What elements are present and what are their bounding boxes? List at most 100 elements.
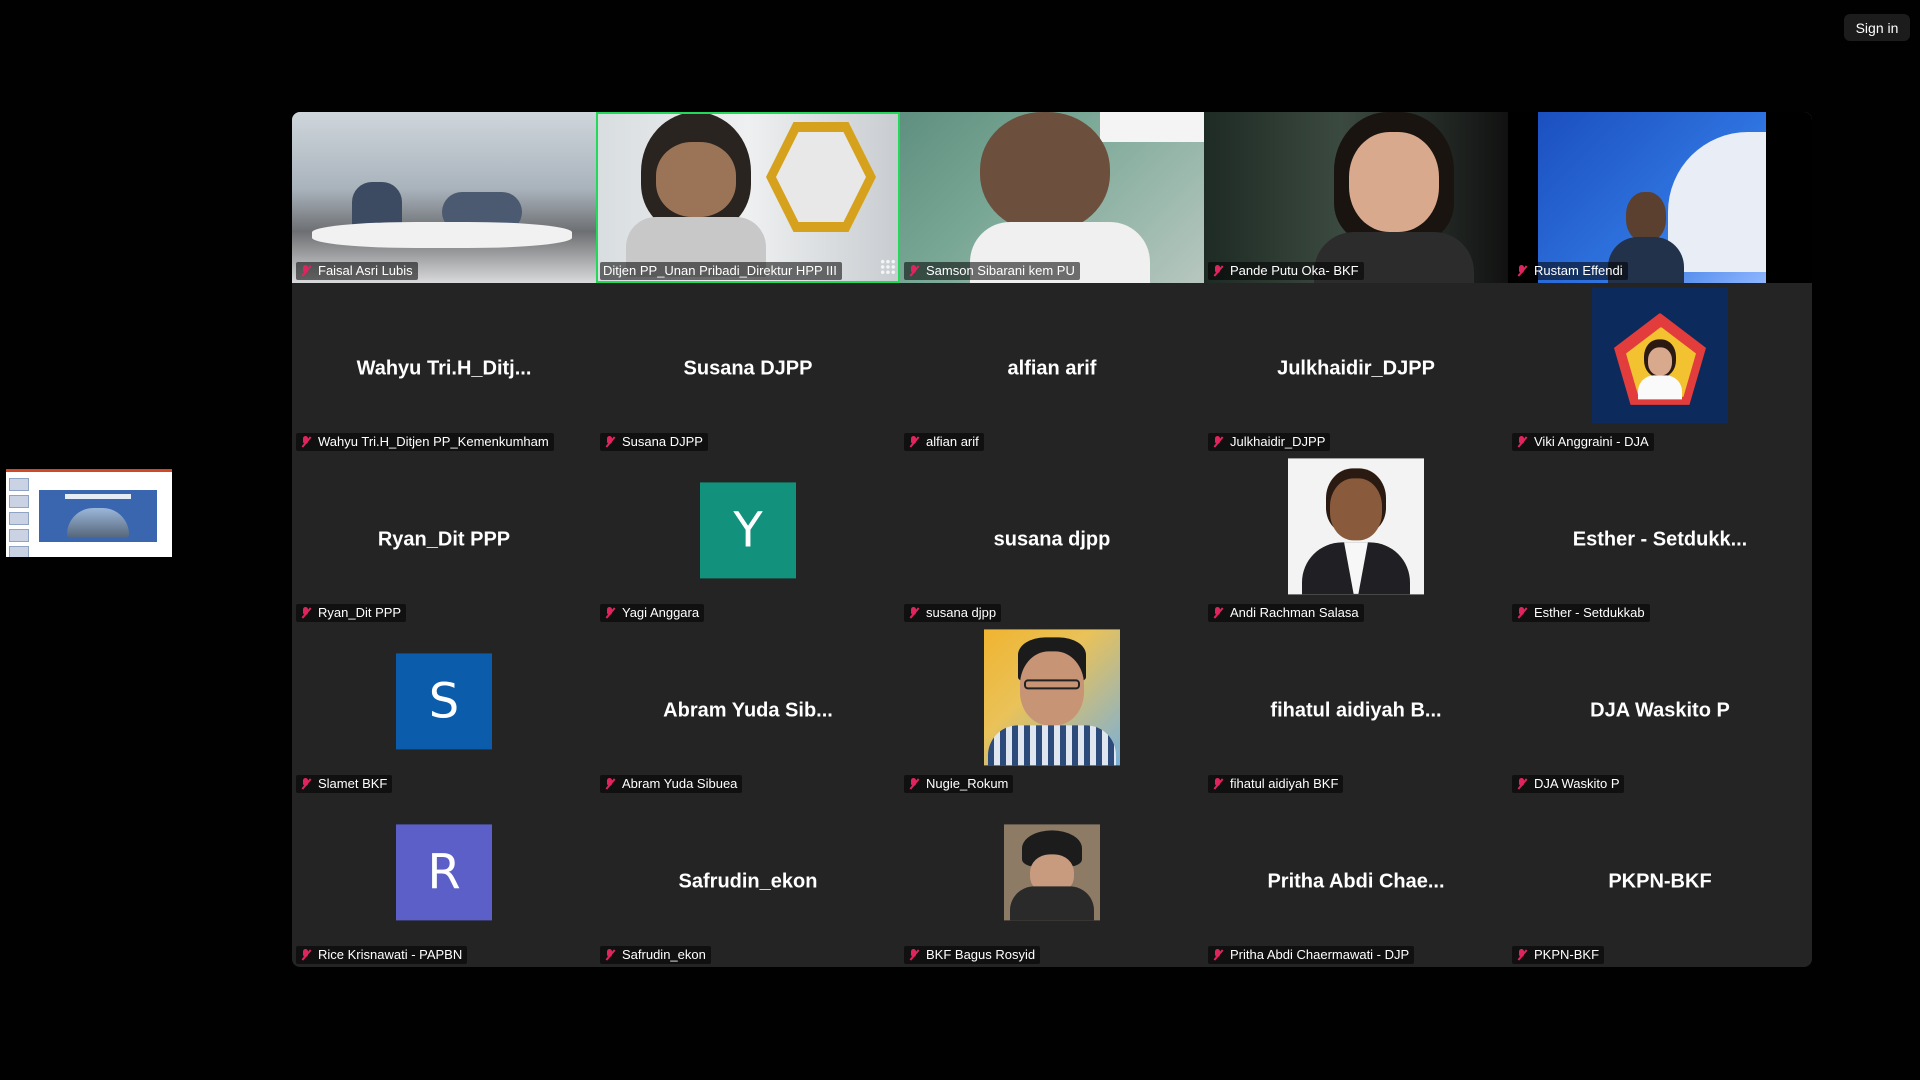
initial-avatar: S <box>396 652 492 749</box>
participant-tile[interactable]: Ditjen PP_Unan Pribadi_Direktur HPP III <box>596 112 900 283</box>
profile-photo <box>984 628 1120 765</box>
participant-name-label: Pritha Abdi Chaermawati - DJP <box>1208 946 1415 964</box>
slide-preview <box>39 490 157 542</box>
participant-name-label: Ditjen PP_Unan Pribadi_Direktur HPP III <box>600 262 842 280</box>
participant-name-label: Susana DJPP <box>600 433 708 451</box>
muted-mic-icon <box>299 264 313 278</box>
participant-name-label: Andi Rachman Salasa <box>1208 604 1364 622</box>
participant-tile[interactable]: Nugie_Rokum <box>900 625 1204 796</box>
participant-tile[interactable]: PKPN-BKF PKPN-BKF <box>1508 796 1812 967</box>
participant-name-label: Ryan_Dit PPP <box>296 604 407 622</box>
participant-tile[interactable]: Safrudin_ekon Safrudin_ekon <box>596 796 900 967</box>
initial-avatar: Y <box>700 481 796 578</box>
muted-mic-icon <box>1211 606 1225 620</box>
video-feed <box>1508 112 1812 283</box>
muted-mic-icon <box>907 777 921 791</box>
muted-mic-icon <box>603 606 617 620</box>
participant-tile[interactable]: BKF Bagus Rosyid <box>900 796 1204 967</box>
participant-display-name: DJA Waskito P <box>1590 699 1730 721</box>
participant-tile[interactable]: R Rice Krisnawati - PAPBN <box>292 796 596 967</box>
video-feed <box>900 112 1204 283</box>
participant-tile[interactable]: S Slamet BKF <box>292 625 596 796</box>
participant-display-name: Pritha Abdi Chae... <box>1267 870 1445 892</box>
participant-tile[interactable]: Pritha Abdi Chae... Pritha Abdi Chaermaw… <box>1204 796 1508 967</box>
video-feed <box>292 112 596 283</box>
participant-display-name: Safrudin_ekon <box>678 870 818 892</box>
muted-mic-icon <box>603 948 617 962</box>
participant-display-name: Ryan_Dit PPP <box>377 528 511 550</box>
muted-mic-icon <box>1211 777 1225 791</box>
muted-mic-icon <box>907 606 921 620</box>
participant-tile[interactable]: Julkhaidir_DJPP Julkhaidir_DJPP <box>1204 283 1508 454</box>
participant-name-label: alfian arif <box>904 433 984 451</box>
participant-display-name: Wahyu Tri.H_Ditj... <box>356 357 532 379</box>
muted-mic-icon <box>907 264 921 278</box>
muted-mic-icon <box>907 948 921 962</box>
participant-tile[interactable]: alfian arif alfian arif <box>900 283 1204 454</box>
video-feed <box>1204 112 1508 283</box>
participant-name-label: Viki Anggraini - DJA <box>1512 433 1654 451</box>
participant-tile[interactable]: Ryan_Dit PPP Ryan_Dit PPP <box>292 454 596 625</box>
participant-name-label: Nugie_Rokum <box>904 775 1014 793</box>
slide-rail <box>9 478 29 557</box>
muted-mic-icon <box>1211 435 1225 449</box>
participant-tile[interactable]: Faisal Asri Lubis <box>292 112 596 283</box>
muted-mic-icon <box>1515 948 1529 962</box>
participant-tile[interactable]: susana djpp susana djpp <box>900 454 1204 625</box>
participant-name-label: BKF Bagus Rosyid <box>904 946 1041 964</box>
participant-display-name: Abram Yuda Sib... <box>663 699 833 721</box>
muted-mic-icon <box>299 948 313 962</box>
participant-tile[interactable]: Viki Anggraini - DJA <box>1508 283 1812 454</box>
initial-avatar: R <box>396 823 492 920</box>
participant-tile[interactable]: Y Yagi Anggara <box>596 454 900 625</box>
participant-display-name: Esther - Setdukk... <box>1572 528 1748 550</box>
muted-mic-icon <box>603 777 617 791</box>
video-feed <box>596 112 900 283</box>
participant-name-label: susana djpp <box>904 604 1002 622</box>
participant-display-name: fihatul aidiyah B... <box>1270 699 1442 721</box>
participant-name-label: Slamet BKF <box>296 775 393 793</box>
participant-name-label: DJA Waskito P <box>1512 775 1625 793</box>
participant-name-label: Safrudin_ekon <box>600 946 711 964</box>
participant-name-label: Wahyu Tri.H_Ditjen PP_Kemenkumham <box>296 433 554 451</box>
participant-name-label: fihatul aidiyah BKF <box>1208 775 1344 793</box>
participant-name-label: Faisal Asri Lubis <box>296 262 418 280</box>
profile-photo <box>1592 286 1728 423</box>
participant-tile[interactable]: Rustam Effendi <box>1508 112 1812 283</box>
participant-tile[interactable]: Samson Sibarani kem PU <box>900 112 1204 283</box>
muted-mic-icon <box>1515 777 1529 791</box>
participant-name-label: Rice Krisnawati - PAPBN <box>296 946 468 964</box>
participant-name-label: Samson Sibarani kem PU <box>904 262 1080 280</box>
participant-tile[interactable]: DJA Waskito P DJA Waskito P <box>1508 625 1812 796</box>
muted-mic-icon <box>1515 606 1529 620</box>
muted-mic-icon <box>1211 948 1225 962</box>
shared-screen-thumbnail[interactable] <box>6 469 172 557</box>
participant-tile[interactable]: Abram Yuda Sib... Abram Yuda Sibuea <box>596 625 900 796</box>
participant-tile[interactable]: Wahyu Tri.H_Ditj... Wahyu Tri.H_Ditjen P… <box>292 283 596 454</box>
sign-in-button[interactable]: Sign in <box>1844 14 1910 41</box>
participant-display-name: PKPN-BKF <box>1608 870 1712 892</box>
participant-name-label: Julkhaidir_DJPP <box>1208 433 1331 451</box>
participant-display-name: alfian arif <box>1007 357 1097 379</box>
muted-mic-icon <box>299 606 313 620</box>
participant-display-name: susana djpp <box>993 528 1111 550</box>
participant-tile[interactable]: Pande Putu Oka- BKF <box>1204 112 1508 283</box>
profile-photo <box>1288 457 1424 594</box>
participant-name-label: Rustam Effendi <box>1512 262 1628 280</box>
participant-tile[interactable]: Andi Rachman Salasa <box>1204 454 1508 625</box>
participant-name-label: PKPN-BKF <box>1512 946 1605 964</box>
participant-tile[interactable]: Susana DJPP Susana DJPP <box>596 283 900 454</box>
muted-mic-icon <box>603 435 617 449</box>
participant-display-name: Susana DJPP <box>683 357 813 379</box>
participant-tile[interactable]: fihatul aidiyah B... fihatul aidiyah BKF <box>1204 625 1508 796</box>
profile-photo <box>1004 823 1100 920</box>
participant-display-name: Julkhaidir_DJPP <box>1277 357 1435 379</box>
muted-mic-icon <box>299 435 313 449</box>
participant-tile[interactable]: Esther - Setdukk... Esther - Setdukkab <box>1508 454 1812 625</box>
participant-grid: Faisal Asri Lubis Ditjen PP_Unan Pribadi… <box>292 112 1812 967</box>
participant-name-label: Pande Putu Oka- BKF <box>1208 262 1364 280</box>
participant-name-label: Esther - Setdukkab <box>1512 604 1650 622</box>
muted-mic-icon <box>907 435 921 449</box>
more-options-icon[interactable] <box>880 259 896 275</box>
participant-name-label: Yagi Anggara <box>600 604 705 622</box>
